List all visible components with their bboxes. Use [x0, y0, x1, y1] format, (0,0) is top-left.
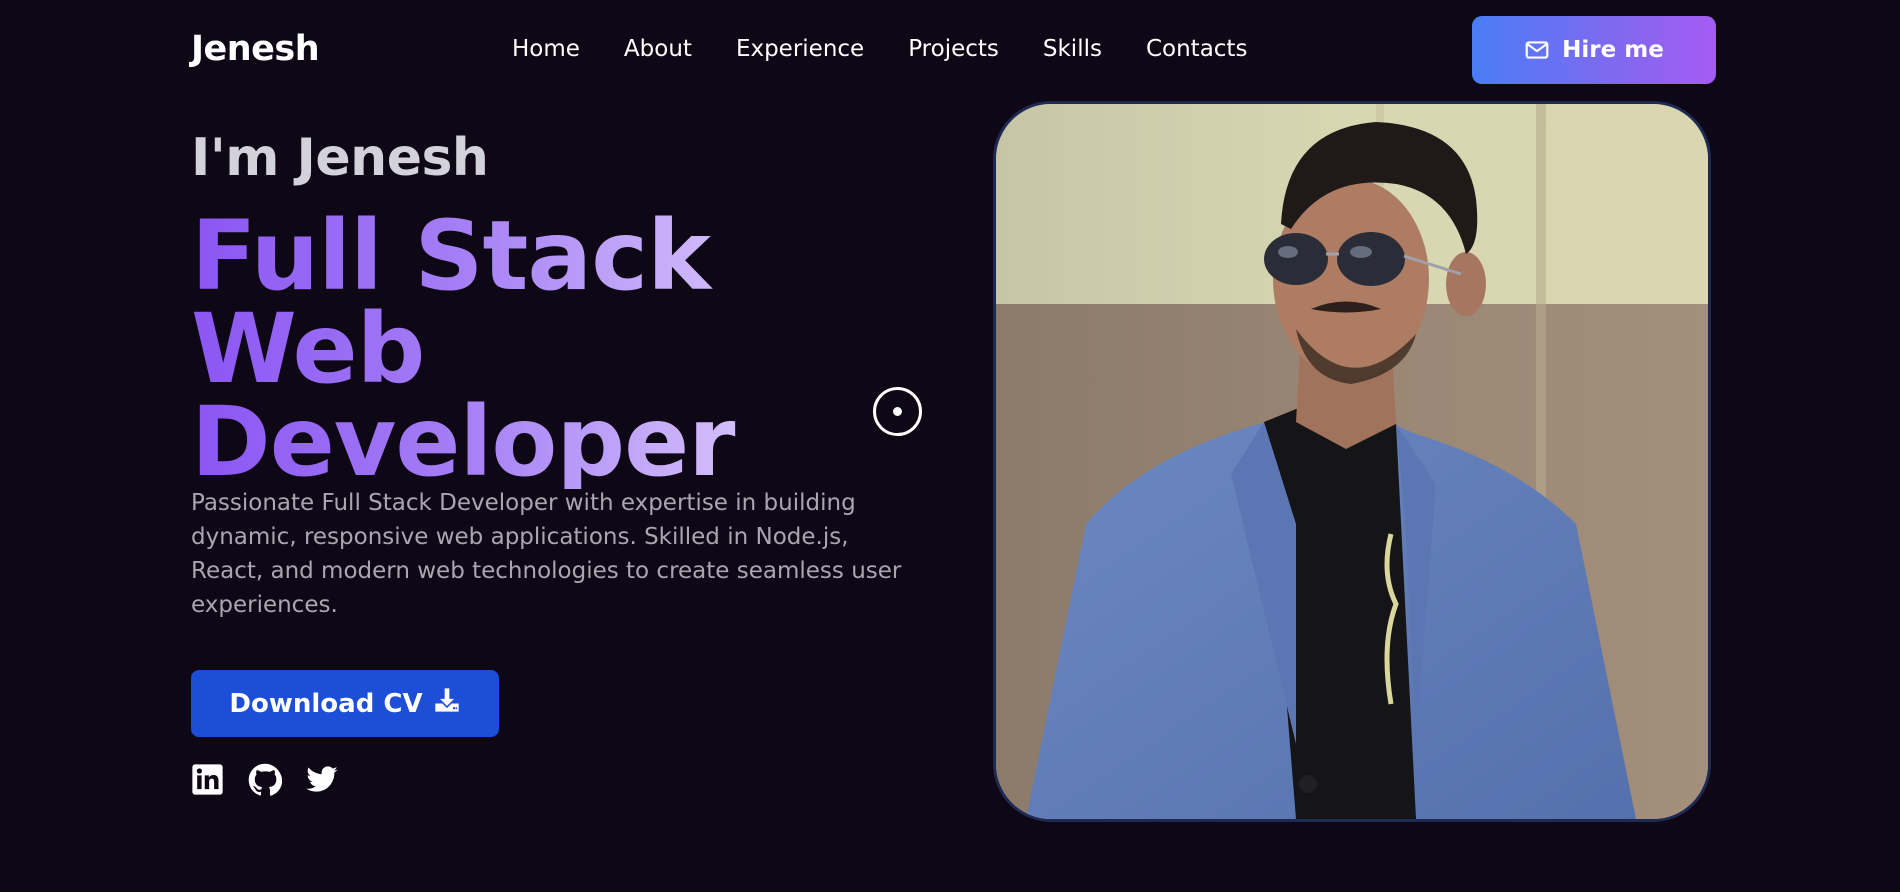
download-cv-label: Download CV [229, 688, 423, 719]
portrait-image [993, 101, 1711, 822]
headline-line-3: Developer [191, 394, 951, 490]
portfolio-page: Jenesh Home About Experience Projects Sk… [0, 0, 1900, 892]
github-icon[interactable] [248, 763, 282, 796]
brand-logo[interactable]: Jenesh [191, 27, 320, 71]
nav-experience[interactable]: Experience [736, 32, 864, 66]
download-cv-button[interactable]: Download CV [191, 670, 499, 737]
main-nav: Home About Experience Projects Skills Co… [512, 32, 1247, 66]
site-header: Jenesh Home About Experience Projects Sk… [0, 0, 1900, 98]
target-icon[interactable] [872, 386, 923, 437]
hero-description: Passionate Full Stack Developer with exp… [191, 490, 902, 618]
headline-line-1: Full Stack [191, 208, 951, 304]
nav-about[interactable]: About [624, 32, 692, 66]
headline: Full Stack Web Developer [191, 208, 951, 490]
nav-skills[interactable]: Skills [1043, 32, 1102, 66]
hire-me-label: Hire me [1562, 37, 1664, 63]
twitter-icon[interactable] [305, 763, 338, 796]
mail-icon [1524, 37, 1550, 63]
nav-contacts[interactable]: Contacts [1146, 32, 1247, 66]
nav-projects[interactable]: Projects [908, 32, 999, 66]
download-icon [433, 686, 461, 721]
social-links [191, 762, 338, 796]
linkedin-icon[interactable] [191, 763, 224, 796]
headline-line-2: Web [191, 301, 951, 397]
intro-text: I'm Jenesh [191, 128, 489, 188]
nav-home[interactable]: Home [512, 32, 580, 66]
hire-me-button[interactable]: Hire me [1472, 16, 1716, 84]
